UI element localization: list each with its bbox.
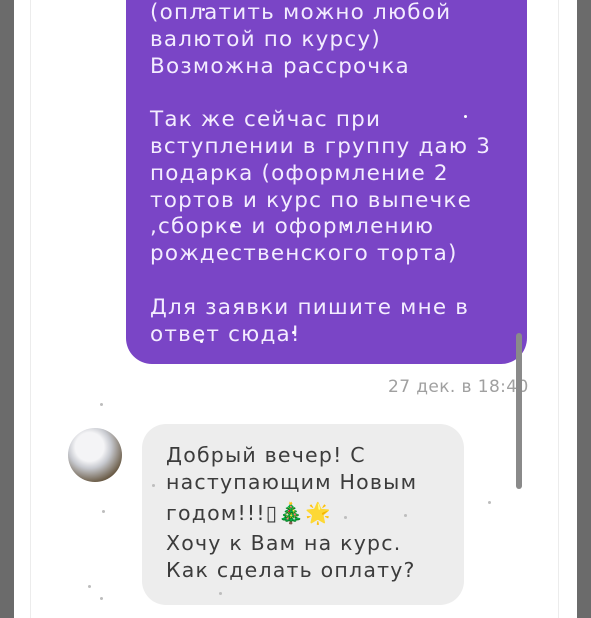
message-text-line: подарка (оформление 2 — [150, 160, 449, 186]
snow-dot — [88, 585, 91, 588]
snow-dot — [202, 8, 205, 11]
message-text-line: вступлении в группу даю 3 — [150, 133, 492, 159]
snow-dot — [464, 115, 467, 118]
message-timestamp: 27 дек. в 18:40 — [388, 377, 529, 397]
message-text-line: Хочу к Вам на курс. — [166, 531, 402, 555]
outgoing-message-bubble[interactable]: (оплатить можно любой валютой по курсу) … — [126, 0, 527, 364]
snow-dot — [292, 331, 295, 334]
snow-dot — [219, 592, 222, 595]
message-text-line: Добрый вечер! С — [166, 443, 366, 467]
snow-dot — [488, 501, 491, 504]
snow-dot — [100, 597, 103, 600]
message-text-line: наступающим Новым — [166, 470, 418, 494]
snow-dot — [404, 514, 407, 517]
scrollbar[interactable] — [516, 333, 522, 489]
message-text-line: ответ сюда! — [150, 321, 301, 347]
message-text-line: Как сделать оплату? — [166, 558, 416, 582]
message-text-line: Так же сейчас при — [150, 107, 382, 133]
snow-dot — [344, 516, 347, 519]
panel-border-left — [30, 0, 31, 618]
panel-border-right — [558, 0, 559, 618]
snow-dot — [232, 224, 235, 227]
snow-dot — [100, 403, 103, 406]
avatar[interactable] — [68, 428, 122, 482]
message-text-line: рождественского торта) — [150, 241, 458, 267]
message-text-line: ,сборке и оформлению — [150, 214, 435, 240]
snow-dot — [102, 510, 105, 513]
message-text-line: валютой по курсу) — [150, 26, 381, 52]
snow-dot — [152, 484, 155, 487]
chat-panel: (оплатить можно любой валютой по курсу) … — [14, 0, 577, 618]
snow-dot — [345, 224, 348, 227]
snow-dot — [117, 146, 120, 149]
incoming-message-bubble[interactable]: Добрый вечер! С наступающим Новым годом!… — [142, 424, 464, 605]
snow-dot — [200, 340, 203, 343]
message-text-line: годом!!!▯🎄🌟 — [166, 501, 332, 525]
message-text-line: тортов и курс по выпечке — [150, 187, 473, 213]
message-text-line: Для заявки пишите мне в — [150, 294, 470, 320]
message-text-line: (оплатить можно любой — [150, 0, 452, 25]
message-text-line: Возможна рассрочка — [150, 53, 410, 79]
